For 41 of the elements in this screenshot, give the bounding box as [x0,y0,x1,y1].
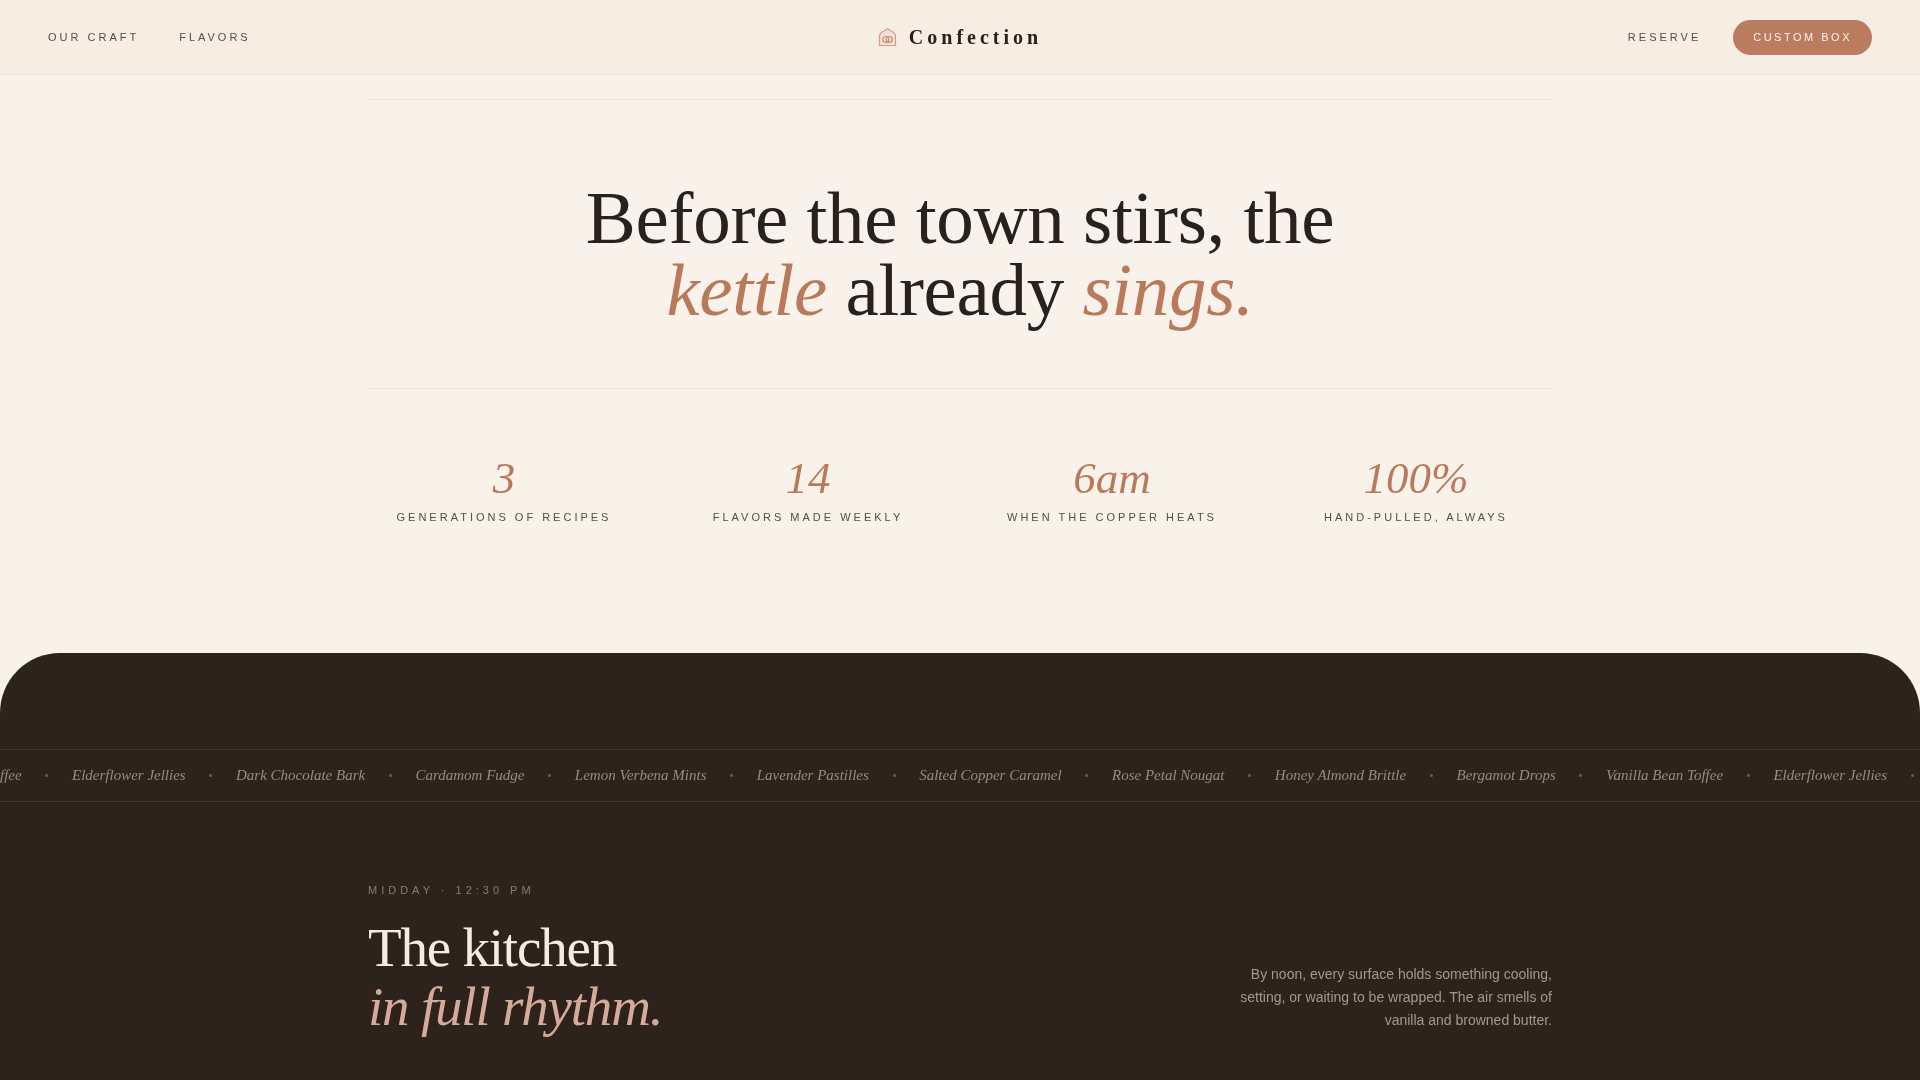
flavor-name: Honey Almond Brittle [1274,767,1407,784]
stat-value: 14 [785,453,831,503]
stat-value: 6am [1073,453,1151,503]
separator-dot-icon [730,774,734,777]
flavor-name: Salted Copper Caramel [919,767,1062,784]
separator-dot-icon [1085,774,1089,777]
separator-dot-icon [548,774,552,777]
flavor-name: Bergamot Drops [1456,767,1556,784]
flavor-name: ffee [0,767,22,784]
nav-link[interactable]: FLAVORS [179,31,251,43]
flavor-name: Elderflower Jellies [71,767,186,784]
separator-dot-icon [1248,774,1252,777]
separator-dot-icon [45,774,49,777]
flavor-name: Cardamom Fudge [415,767,525,784]
separator-dot-icon [1910,774,1914,777]
flavor-name: Rose Petal Nougat [1112,767,1225,784]
separator-dot-icon [1746,774,1750,777]
flavor-name: Lemon Verbena Mints [574,767,707,784]
reserve-link[interactable]: RESERVE [1627,31,1702,43]
separator-dot-icon [892,774,896,777]
hero-headline: Before the town stirs, the kettle already sings. [584,175,1336,333]
separator-dot-icon [1429,774,1433,777]
stat-label: GENERATIONS OF RECIPES [396,511,612,523]
stat-label: HAND-PULLED, ALWAYS [1324,511,1508,523]
separator-dot-icon [388,774,392,777]
stat-label: WHEN THE COPPER HEATS [1007,511,1217,523]
separator-dot-icon [1579,774,1583,777]
separator-dot-icon [209,774,213,777]
flavor-name: Lavender Pastilles [756,767,869,784]
flavor-name: Vanilla Bean Toffee [1606,767,1724,784]
brand-name: Confection [908,25,1043,49]
flavor-name: Dark Chocolate Bark [236,767,366,784]
stat-label: FLAVORS MADE WEEKLY [712,511,904,523]
stat-value: 100% [1363,453,1469,503]
arch-icon [877,28,897,46]
nav-link[interactable]: OUR CRAFT [48,31,140,43]
section-description: By noon, every surface holds something cooling, setting, or waiting to be wrapped. The air smells of vanilla and browned butter. [1239,965,1552,1030]
stat-value: 3 [492,453,516,503]
flavor-name: Elderflower Jellies [1773,767,1888,784]
section-heading: The kitchen in full rhythm. [368,918,663,1036]
time-label: MIDDAY · 12:30 PM [368,884,536,896]
